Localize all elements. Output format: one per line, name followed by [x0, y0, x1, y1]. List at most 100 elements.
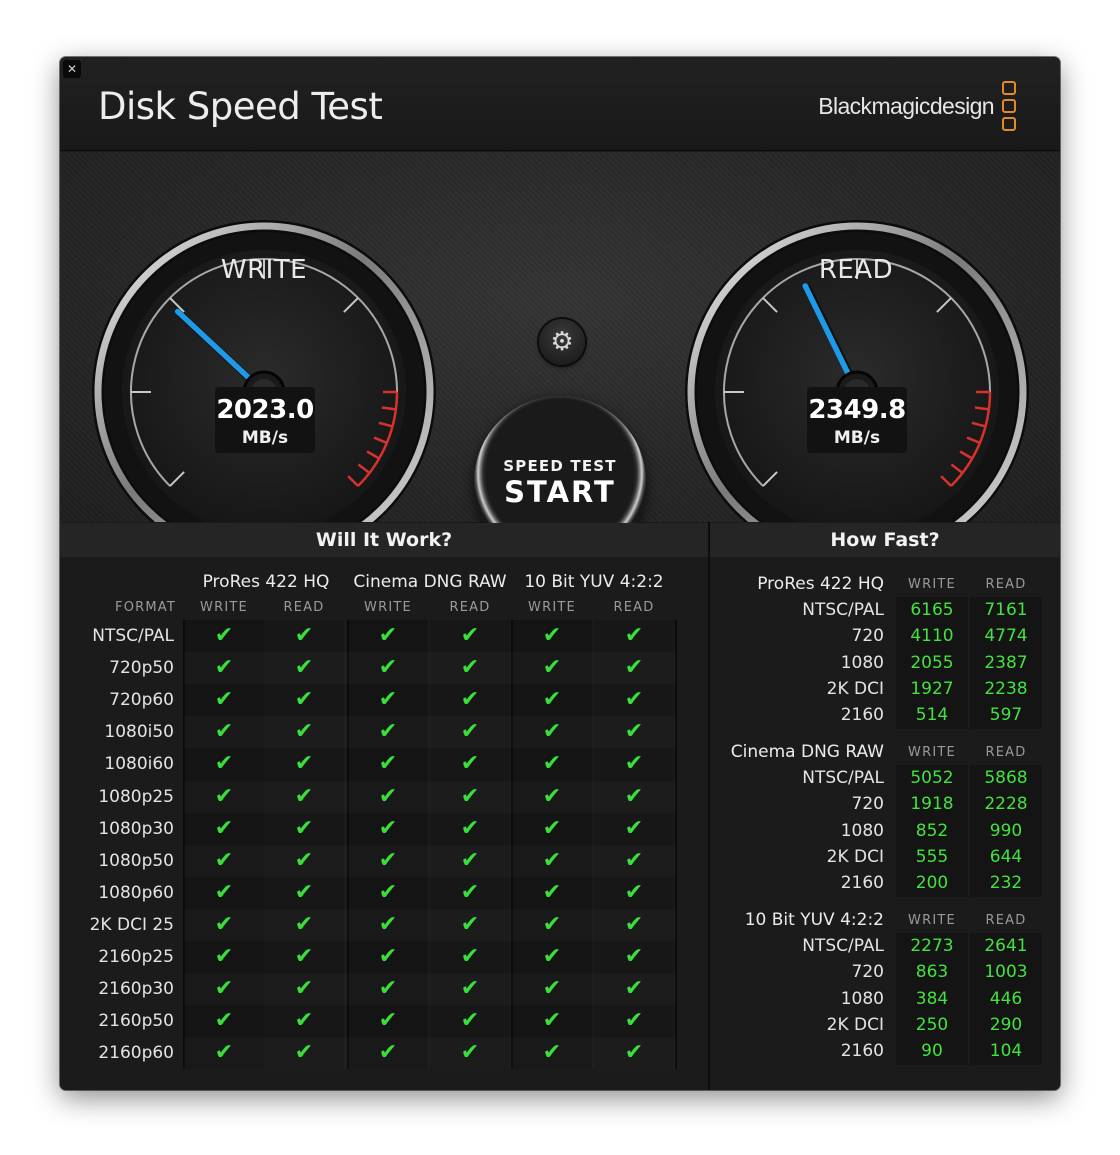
format-label: 1080	[840, 820, 884, 841]
will-it-work-heading: Will It Work?	[60, 523, 708, 557]
read-speed-value: 2349.8	[808, 395, 906, 425]
format-label: 2160	[840, 705, 884, 726]
format-label: 2160p25	[98, 947, 174, 967]
check-icon: ✔	[378, 976, 398, 1002]
write-column-header: WRITE	[200, 600, 248, 615]
app-window: ✕ Disk Speed Test Blackmagicdesign WRITE…	[60, 57, 1060, 1090]
check-icon: ✔	[378, 783, 398, 809]
check-icon: ✔	[214, 879, 234, 905]
write-readout: 2023.0 MB/s	[215, 387, 315, 453]
read-column-header: READ	[985, 745, 1027, 760]
read-fps-value: 4774	[984, 626, 1028, 647]
write-gauge-label: WRITE	[220, 255, 308, 285]
check-icon: ✔	[378, 879, 398, 905]
check-icon: ✔	[624, 976, 644, 1002]
check-icon: ✔	[624, 815, 644, 841]
check-icon: ✔	[542, 944, 562, 969]
check-icon: ✔	[624, 687, 644, 713]
format-label: 1080p50	[98, 850, 174, 871]
check-icon: ✔	[294, 623, 314, 648]
write-fps-value: 5052	[910, 768, 954, 788]
write-fps-value: 4110	[910, 626, 954, 647]
close-button[interactable]: ✕	[63, 60, 81, 78]
check-icon: ✔	[624, 1008, 644, 1034]
format-label: 2K DCI	[826, 678, 884, 699]
check-icon: ✔	[378, 1040, 398, 1066]
check-icon: ✔	[294, 976, 314, 1002]
write-fps-value: 555	[915, 846, 949, 867]
settings-button[interactable]: ⚙	[539, 319, 585, 365]
check-icon: ✔	[378, 751, 398, 777]
check-icon: ✔	[378, 944, 398, 969]
read-fps-value: 644	[989, 846, 1023, 867]
check-icon: ✔	[542, 815, 562, 841]
write-column-header: WRITE	[908, 745, 956, 760]
check-icon: ✔	[294, 687, 314, 713]
check-icon: ✔	[624, 655, 644, 681]
format-label: 720	[851, 794, 884, 815]
write-column-header: WRITE	[908, 913, 956, 928]
write-fps-value: 90	[921, 1041, 943, 1062]
start-button-caption: SPEED TEST	[503, 457, 617, 475]
format-label: 1080i50	[104, 722, 174, 743]
format-label: 2160	[840, 873, 884, 894]
read-fps-value: 446	[989, 988, 1023, 1009]
format-label: 2K DCI	[826, 1014, 884, 1035]
format-label: 1080i60	[104, 754, 174, 775]
codec-section-title: ProRes 422 HQ	[757, 574, 884, 594]
check-icon: ✔	[624, 911, 644, 937]
read-fps-value: 2228	[984, 794, 1028, 815]
check-icon: ✔	[294, 783, 314, 809]
write-fps-value: 2273	[910, 936, 954, 956]
check-icon: ✔	[542, 911, 562, 937]
format-label: 2160p30	[98, 979, 174, 1000]
write-speed-unit: MB/s	[241, 428, 289, 448]
write-fps-value: 1927	[910, 678, 954, 699]
check-icon: ✔	[460, 847, 480, 873]
check-icon: ✔	[460, 911, 480, 937]
check-icon: ✔	[542, 687, 562, 713]
read-fps-value: 597	[989, 705, 1023, 726]
how-fast-table: ProRes 422 HQ WRITE READ NTSC/PAL 6165 7161 72…	[710, 557, 1060, 1090]
check-icon: ✔	[294, 847, 314, 873]
read-column-header: READ	[449, 600, 491, 615]
read-speed-unit: MB/s	[833, 428, 881, 448]
write-fps-value: 2055	[910, 652, 954, 673]
read-fps-value: 2238	[984, 678, 1028, 699]
read-column-header: READ	[613, 600, 655, 615]
format-label: 2160p50	[98, 1011, 174, 1032]
check-icon: ✔	[294, 815, 314, 841]
check-icon: ✔	[624, 719, 644, 745]
read-column-header: READ	[985, 577, 1027, 592]
read-fps-value: 990	[989, 820, 1023, 841]
check-icon: ✔	[542, 1040, 562, 1066]
check-icon: ✔	[542, 655, 562, 681]
check-icon: ✔	[460, 879, 480, 905]
read-fps-value: 7161	[984, 600, 1028, 620]
check-icon: ✔	[624, 623, 644, 648]
format-label: 1080	[840, 652, 884, 673]
format-label: 1080p30	[98, 818, 174, 839]
format-label: 2160p60	[98, 1043, 174, 1064]
check-icon: ✔	[214, 944, 234, 969]
check-icon: ✔	[624, 783, 644, 809]
check-icon: ✔	[294, 879, 314, 905]
format-label: 1080	[840, 988, 884, 1009]
check-icon: ✔	[624, 944, 644, 969]
check-icon: ✔	[624, 847, 644, 873]
gauge-area: WRITE 2023.0 MB/s READ 2349.8 MB/s ⚙ SPE…	[60, 152, 1060, 568]
check-icon: ✔	[624, 879, 644, 905]
codec-section-title: 10 Bit YUV 4:2:2	[744, 910, 884, 930]
write-fps-value: 250	[915, 1014, 949, 1035]
format-label: 720	[851, 962, 884, 983]
check-icon: ✔	[378, 847, 398, 873]
check-icon: ✔	[214, 623, 234, 648]
check-icon: ✔	[542, 783, 562, 809]
check-icon: ✔	[214, 911, 234, 937]
write-fps-value: 384	[915, 988, 949, 1009]
check-icon: ✔	[460, 783, 480, 809]
format-label: NTSC/PAL	[802, 768, 884, 788]
write-column-header: WRITE	[528, 600, 576, 615]
check-icon: ✔	[294, 911, 314, 937]
read-fps-value: 2387	[984, 652, 1028, 673]
